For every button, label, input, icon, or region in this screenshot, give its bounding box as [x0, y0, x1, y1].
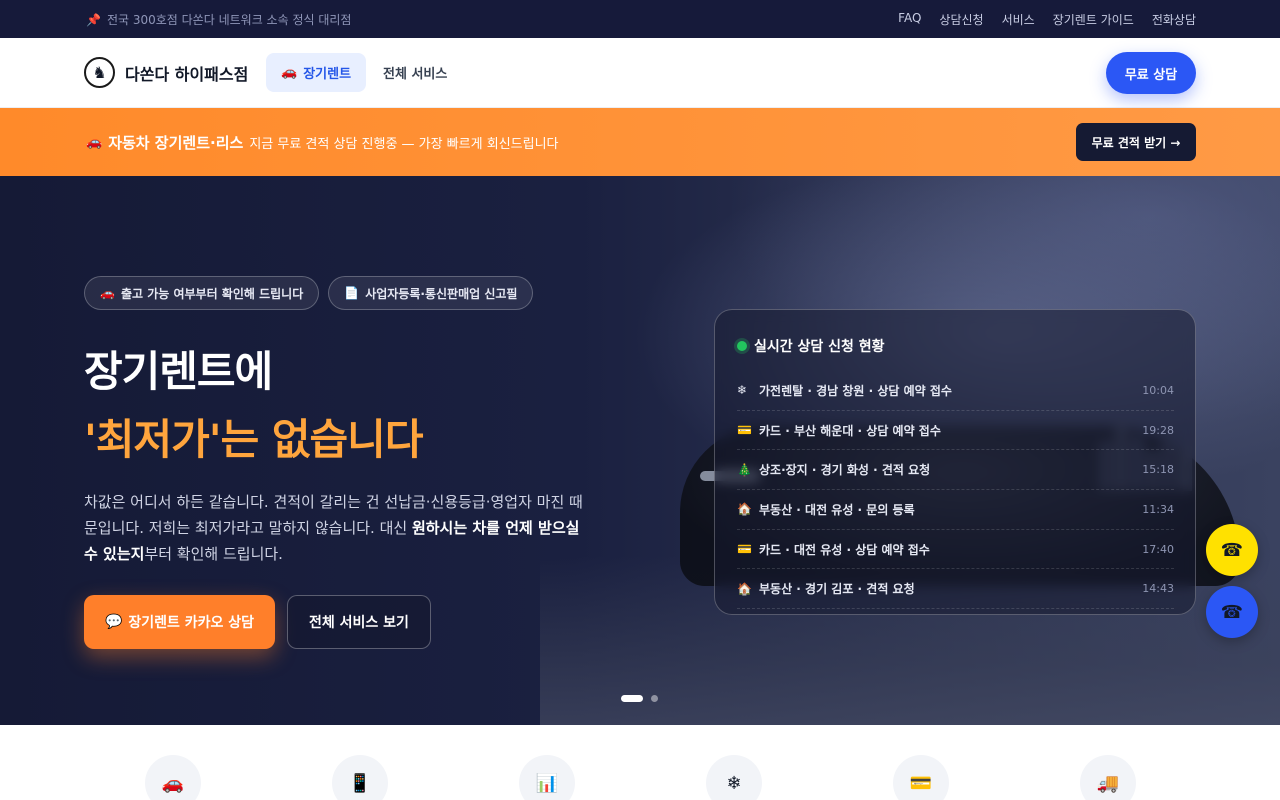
service-snowflake-icon[interactable]: ❄ [706, 755, 762, 800]
kakao-consult-button[interactable]: 💬 장기렌트 카카오 상담 [84, 595, 275, 649]
telephone-icon: ☎ [1220, 539, 1244, 561]
brand-name: 다쏜다 하이패스점 [125, 64, 249, 84]
live-status-dot-icon [737, 341, 747, 351]
top-link-services[interactable]: 서비스 [1002, 11, 1035, 28]
list-item: 🏠 부동산 · 경기 김포 · 견적 요청 14:43 [737, 569, 1174, 610]
live-panel-title: 실시간 상담 신청 현황 [754, 339, 885, 355]
house-icon: 🏠 [737, 502, 752, 517]
service-card-icon[interactable]: 💳 [893, 755, 949, 800]
list-item-time: 19:28 [1142, 423, 1174, 437]
tab-long-term-rent-label: 장기렌트 [303, 67, 352, 82]
free-quote-button[interactable]: 무료 견적 받기 → [1076, 123, 1196, 161]
top-links: FAQ 상담신청 서비스 장기렌트 가이드 전화상담 [898, 11, 1196, 28]
telephone-icon: ☎ [1220, 601, 1244, 623]
chip-business-registration: 📄 사업자등록·통신판매업 신고필 [328, 276, 534, 310]
chip-delivery-check: 🚗 출고 가능 여부부터 확인해 드립니다 [84, 276, 320, 310]
hero-title-line2: '최저가'는 없습니다 [84, 415, 423, 464]
live-consult-panel: 실시간 상담 신청 현황 ❄ 가전렌탈 · 경남 창원 · 상담 예약 접수 1… [714, 309, 1196, 615]
top-link-faq[interactable]: FAQ [898, 11, 921, 28]
hero-chips: 🚗 출고 가능 여부부터 확인해 드립니다 📄 사업자등록·통신판매업 신고필 [84, 276, 534, 310]
free-consult-button[interactable]: 무료 상담 [1106, 52, 1196, 94]
list-item-text: 부동산 · 경기 김포 · 견적 요청 [759, 582, 915, 597]
credit-card-icon: 💳 [737, 423, 752, 438]
tab-all-services[interactable]: 전체 서비스 [383, 53, 447, 92]
live-panel-header: 실시간 상담 신청 현황 [737, 336, 885, 356]
pin-icon: 📌 [86, 12, 101, 27]
car-icon: 🚗 [86, 135, 103, 150]
view-all-services-button[interactable]: 전체 서비스 보기 [287, 595, 431, 649]
kakao-phone-float-button[interactable]: ☎ [1206, 524, 1258, 576]
main-nav: ♞ 다쏜다 하이패스점 🚗 장기렌트 전체 서비스 무료 상담 [0, 38, 1280, 108]
service-chart-icon[interactable]: 📊 [519, 755, 575, 800]
carousel-dot-1[interactable] [621, 695, 643, 702]
car-icon: 🚗 [281, 65, 298, 80]
list-item-time: 14:43 [1142, 582, 1174, 596]
network-notice: 📌 전국 300호점 다쏜다 네트워크 소속 정식 대리점 [86, 11, 351, 28]
service-mobile-icon[interactable]: 📱 [332, 755, 388, 800]
live-consult-list: ❄ 가전렌탈 · 경남 창원 · 상담 예약 접수 10:04 💳 카드 · 부… [737, 371, 1174, 610]
list-item: ❄ 가전렌탈 · 경남 창원 · 상담 예약 접수 10:04 [737, 371, 1174, 411]
list-item: 🏠 부동산 · 대전 유성 · 문의 등록 11:34 [737, 490, 1174, 530]
service-truck-icon[interactable]: 🚚 [1080, 755, 1136, 800]
list-item-text: 부동산 · 대전 유성 · 문의 등록 [759, 502, 915, 517]
hero-section: 🚗 출고 가능 여부부터 확인해 드립니다 📄 사업자등록·통신판매업 신고필 … [0, 176, 1280, 725]
service-car-icon[interactable]: 🚗 [145, 755, 201, 800]
list-item-text: 카드 · 부산 해운대 · 상담 예약 접수 [759, 423, 941, 438]
tab-long-term-rent[interactable]: 🚗 장기렌트 [266, 53, 367, 92]
top-link-phone[interactable]: 전화상담 [1152, 11, 1196, 28]
car-icon: 🚗 [100, 286, 115, 300]
carousel-dots [621, 695, 658, 702]
list-item-time: 17:40 [1142, 542, 1174, 556]
credit-card-icon: 💳 [737, 542, 752, 557]
brand[interactable]: ♞ 다쏜다 하이패스점 [84, 57, 248, 88]
house-icon: 🏠 [737, 581, 752, 596]
promo-text: 🚗 자동차 장기렌트·리스 지금 무료 견적 상담 진행중 — 가장 빠르게 회… [86, 132, 559, 153]
tree-icon: 🎄 [737, 462, 752, 477]
hero-title-line1: 장기렌트에 [84, 347, 273, 396]
list-item-time: 15:18 [1142, 463, 1174, 477]
list-item: 💳 카드 · 부산 해운대 · 상담 예약 접수 19:28 [737, 411, 1174, 451]
services-strip: 🚗 📱 📊 ❄ 💳 🚚 [0, 725, 1280, 800]
list-item-text: 카드 · 대전 유성 · 상담 예약 접수 [759, 542, 930, 557]
top-link-rent-guide[interactable]: 장기렌트 가이드 [1053, 11, 1134, 28]
list-item-time: 10:04 [1142, 383, 1174, 397]
top-utility-bar: 📌 전국 300호점 다쏜다 네트워크 소속 정식 대리점 FAQ 상담신청 서… [0, 0, 1280, 38]
list-item: 💳 카드 · 대전 유성 · 상담 예약 접수 17:40 [737, 530, 1174, 570]
list-item-time: 11:34 [1142, 502, 1174, 516]
top-link-consult[interactable]: 상담신청 [939, 11, 983, 28]
hero-description: 차값은 어디서 하든 같습니다. 견적이 갈리는 건 선납금·신용등급·영업자 … [84, 489, 584, 567]
horse-logo-icon: ♞ [84, 57, 115, 88]
list-item-text: 상조·장지 · 경기 화성 · 견적 요청 [759, 463, 931, 478]
list-item-text: 가전렌탈 · 경남 창원 · 상담 예약 접수 [759, 383, 952, 398]
promo-title: 자동차 장기렌트·리스 [108, 134, 244, 152]
chip-business-registration-label: 사업자등록·통신판매업 신고필 [365, 286, 518, 301]
promo-banner: 🚗 자동차 장기렌트·리스 지금 무료 견적 상담 진행중 — 가장 빠르게 회… [0, 108, 1280, 176]
chat-bubble-icon: 💬 [104, 614, 123, 630]
phone-float-button[interactable]: ☎ [1206, 586, 1258, 638]
snowflake-icon: ❄ [737, 383, 748, 398]
network-notice-text: 전국 300호점 다쏜다 네트워크 소속 정식 대리점 [106, 13, 352, 27]
document-icon: 📄 [344, 286, 360, 300]
chip-delivery-check-label: 출고 가능 여부부터 확인해 드립니다 [120, 286, 304, 301]
hero-desc-part2: 부터 확인해 드립니다. [144, 545, 283, 563]
carousel-dot-2[interactable] [651, 695, 658, 702]
list-item: 🎄 상조·장지 · 경기 화성 · 견적 요청 15:18 [737, 450, 1174, 491]
kakao-consult-label: 장기렌트 카카오 상담 [128, 615, 255, 631]
promo-message: 지금 무료 견적 상담 진행중 — 가장 빠르게 회신드립니다 [249, 137, 559, 152]
